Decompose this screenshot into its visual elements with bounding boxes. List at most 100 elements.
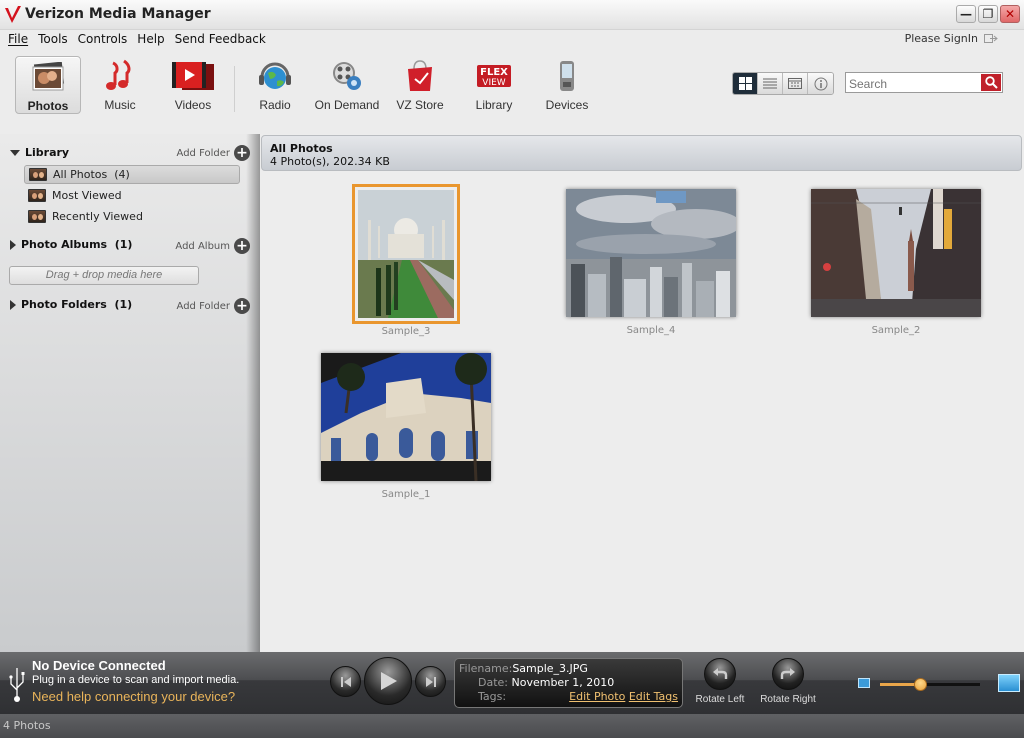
photo-folders-section-toggle[interactable]: Photo Folders (1) <box>10 298 132 311</box>
photo-thumbnail[interactable]: Sample_3 <box>352 184 460 337</box>
plus-icon: + <box>234 238 250 254</box>
sign-in-link[interactable]: Please SignIn <box>905 32 998 45</box>
drag-drop-zone[interactable]: Drag + drop media here <box>9 266 199 285</box>
play-icon <box>381 672 397 690</box>
photo-thumbnail[interactable]: Sample_4 <box>566 189 736 336</box>
close-icon: ✕ <box>1004 7 1016 21</box>
sidebar-item-label: All Photos (4) <box>53 168 130 181</box>
restore-icon: ❐ <box>982 7 994 21</box>
tags-label: Tags: <box>478 690 507 703</box>
previous-button[interactable] <box>330 666 361 697</box>
photo-album-icon <box>29 168 47 181</box>
tab-library[interactable]: FLEX VIEW Library <box>461 56 527 114</box>
rotate-left-label: Rotate Left <box>695 694 745 705</box>
rotate-right-button[interactable]: Rotate Right <box>757 658 819 705</box>
tab-music-label: Music <box>104 98 136 112</box>
add-folder-button[interactable]: Add Folder + <box>177 145 250 161</box>
tab-library-label: Library <box>475 98 513 112</box>
sign-in-label: Please SignIn <box>904 32 978 45</box>
search-input[interactable] <box>846 74 978 94</box>
flexview-icon: FLEXVIEW <box>477 65 511 88</box>
tab-photos[interactable]: Photos <box>15 56 81 114</box>
photo-thumbnail[interactable]: Sample_1 <box>321 353 491 500</box>
search-box <box>845 72 1003 94</box>
flexview-text-bottom: VIEW <box>482 78 505 88</box>
add-photo-folder-button[interactable]: Add Folder + <box>177 298 250 314</box>
library-section-toggle[interactable]: Library <box>10 146 69 159</box>
list-view-button[interactable] <box>758 73 783 94</box>
edit-tags-link[interactable]: Edit Tags <box>629 690 678 703</box>
search-button[interactable] <box>981 74 1001 91</box>
tab-vz-store[interactable]: VZ Store <box>387 56 453 114</box>
menu-controls[interactable]: Controls <box>78 32 128 46</box>
view-mode-switcher <box>732 72 834 95</box>
rotate-left-button[interactable]: Rotate Left <box>692 658 748 705</box>
play-button[interactable] <box>364 657 412 705</box>
search-icon <box>984 76 998 89</box>
filename-value: Sample_3.JPG <box>512 662 588 675</box>
menu-bar: File Tools Controls Help Send Feedback P… <box>0 30 1024 50</box>
tab-photos-label: Photos <box>27 99 69 113</box>
minimize-button[interactable]: — <box>956 5 976 23</box>
verizon-logo-icon <box>5 6 21 23</box>
tab-videos[interactable]: Videos <box>160 56 226 114</box>
menu-file[interactable]: File <box>8 32 28 46</box>
info-icon <box>814 77 827 90</box>
window-title: Verizon Media Manager <box>25 6 211 22</box>
photo-image-city-skyline <box>566 189 736 317</box>
large-thumbnail-icon[interactable] <box>998 674 1020 692</box>
sidebar: Library Add Folder + All Photos (4) Most… <box>0 134 260 652</box>
sidebar-item-label: Most Viewed <box>52 189 122 202</box>
expand-right-icon <box>10 239 16 250</box>
device-status-subtitle: Plug in a device to scan and import medi… <box>32 674 240 686</box>
status-bar: 4 Photos <box>0 714 1024 738</box>
content-header: All Photos 4 Photo(s), 202.34 KB <box>261 135 1022 171</box>
tab-radio-label: Radio <box>259 98 291 112</box>
slider-handle[interactable] <box>914 678 927 691</box>
app-window: Verizon Media Manager — ❐ ✕ File Tools C… <box>0 0 1024 738</box>
menu-send-feedback[interactable]: Send Feedback <box>175 32 266 46</box>
tab-on-demand[interactable]: On Demand <box>314 56 380 114</box>
photo-image-taj-mahal <box>352 184 460 324</box>
next-button[interactable] <box>415 666 446 697</box>
small-thumbnail-icon[interactable] <box>858 678 870 688</box>
filename-label: Filename: <box>459 662 513 675</box>
close-button[interactable]: ✕ <box>1000 5 1020 23</box>
device-help-link[interactable]: Need help connecting your device? <box>32 689 235 704</box>
expand-down-icon <box>10 149 20 156</box>
calendar-view-button[interactable] <box>783 73 808 94</box>
photo-thumbnail[interactable]: Sample_2 <box>811 189 981 336</box>
photo-caption: Sample_2 <box>871 325 921 336</box>
grid-view-icon <box>738 77 752 90</box>
restore-button[interactable]: ❐ <box>978 5 998 23</box>
photo-album-icon <box>28 210 46 223</box>
globe-headphones-icon <box>259 62 291 89</box>
next-icon <box>425 676 436 687</box>
tab-music[interactable]: Music <box>87 56 153 114</box>
add-photo-folder-label: Add Folder <box>176 300 230 312</box>
photo-image-building-palms <box>321 353 491 481</box>
sidebar-item-most-viewed[interactable]: Most Viewed <box>24 186 240 205</box>
photo-folders-heading: Photo Folders (1) <box>21 298 133 311</box>
photo-caption: Sample_1 <box>381 489 431 500</box>
sidebar-item-all-photos[interactable]: All Photos (4) <box>24 165 240 184</box>
edit-photo-link[interactable]: Edit Photo <box>569 690 625 703</box>
rotate-right-label: Rotate Right <box>760 694 816 705</box>
tab-videos-label: Videos <box>174 98 212 112</box>
grid-view-button[interactable] <box>733 73 758 94</box>
tab-devices[interactable]: Devices <box>534 56 600 114</box>
list-view-icon <box>763 78 777 89</box>
calendar-view-icon <box>788 78 802 89</box>
info-view-button[interactable] <box>808 73 833 94</box>
tab-radio[interactable]: Radio <box>242 56 308 114</box>
menu-help[interactable]: Help <box>137 32 164 46</box>
sidebar-item-recently-viewed[interactable]: Recently Viewed <box>24 207 240 226</box>
photo-albums-section-toggle[interactable]: Photo Albums (1) <box>10 238 132 251</box>
add-album-label: Add Album <box>175 240 230 252</box>
thumbnail-size-slider[interactable] <box>880 678 980 691</box>
menu-tools[interactable]: Tools <box>38 32 68 46</box>
add-album-button[interactable]: Add Album + <box>175 238 250 254</box>
device-status-title: No Device Connected <box>32 658 166 673</box>
phone-device-icon <box>560 61 574 91</box>
content-title: All Photos <box>270 142 333 155</box>
